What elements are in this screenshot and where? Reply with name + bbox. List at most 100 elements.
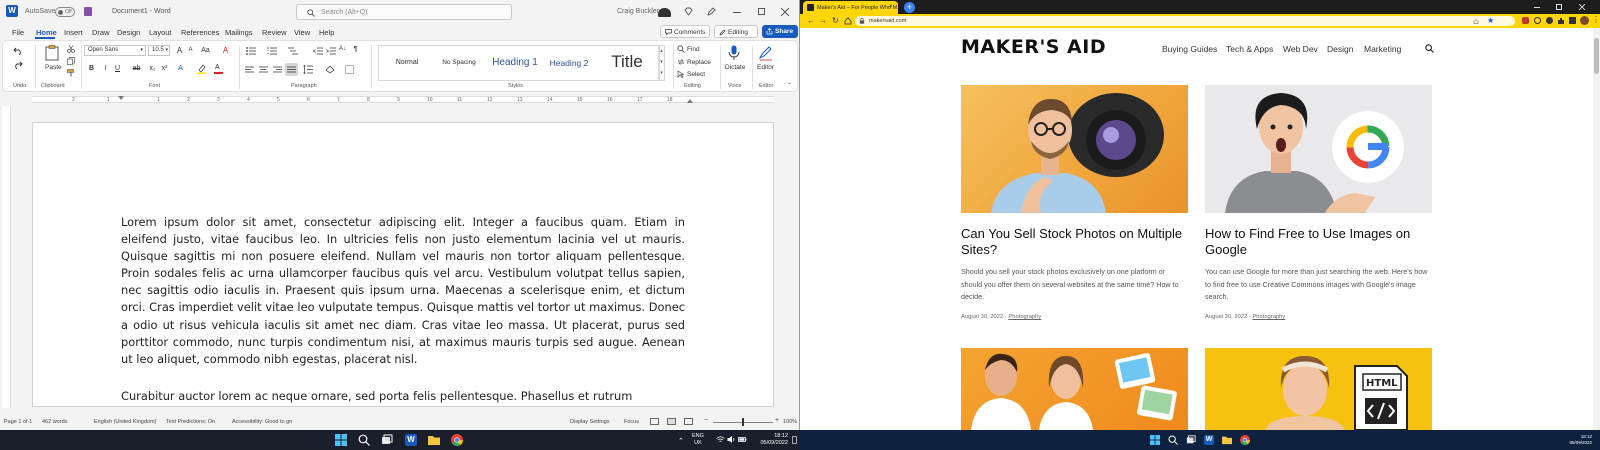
style-title[interactable]: Title: [599, 52, 655, 72]
autosave-toggle[interactable]: Off: [55, 7, 75, 17]
document-paragraph[interactable]: Curabitur auctor lorem ac neque ornare, …: [121, 388, 685, 405]
chrome-icon[interactable]: [451, 434, 463, 446]
start-icon[interactable]: [335, 434, 347, 446]
show-marks-icon[interactable]: ¶: [351, 46, 360, 53]
comments-button[interactable]: Comments: [660, 25, 710, 38]
maximize-icon[interactable]: [1556, 4, 1562, 10]
print-layout-icon[interactable]: [667, 418, 676, 425]
share-icon[interactable]: [1473, 18, 1479, 24]
clock[interactable]: 18:12 05/09/2022: [1556, 434, 1592, 446]
side-panel-icon[interactable]: [1569, 17, 1576, 24]
nav-tech-apps[interactable]: Tech & Apps: [1226, 44, 1273, 54]
tab-mailings[interactable]: Mailings: [225, 28, 253, 37]
font-name-select[interactable]: Open Sans ▾: [84, 45, 146, 56]
style-no-spacing[interactable]: No Spacing: [434, 59, 484, 66]
avatar[interactable]: [658, 8, 671, 17]
tab-draw[interactable]: Draw: [92, 28, 110, 37]
strikethrough-icon[interactable]: ab: [132, 65, 141, 72]
microphone-icon[interactable]: [728, 45, 740, 61]
page-scrollbar[interactable]: [1593, 28, 1600, 430]
document-paragraph[interactable]: Lorem ipsum dolor sit amet, consectetur …: [121, 214, 685, 368]
scrollbar-thumb[interactable]: [1594, 38, 1599, 74]
read-mode-icon[interactable]: [650, 418, 659, 425]
wifi-icon[interactable]: [716, 435, 725, 444]
dictate-label[interactable]: Dictate: [725, 64, 745, 71]
forward-icon[interactable]: →: [819, 16, 827, 25]
article-thumbnail[interactable]: [961, 348, 1188, 430]
browser-tab-active[interactable]: Maker's Aid – For People Who M... ×: [803, 1, 902, 14]
article-title[interactable]: How to Find Free to Use Images on Google: [1205, 226, 1432, 258]
tray-overflow-icon[interactable]: ⌃: [678, 437, 684, 445]
lock-icon[interactable]: [859, 18, 865, 24]
multilevel-list-icon[interactable]: [288, 47, 298, 55]
article-thumbnail[interactable]: [1205, 85, 1432, 213]
redo-icon[interactable]: [13, 61, 23, 69]
align-left-icon[interactable]: [245, 66, 254, 74]
bookmark-star-icon[interactable]: ★: [1487, 16, 1494, 25]
tab-file[interactable]: File: [12, 28, 24, 37]
shading-icon[interactable]: [325, 65, 335, 74]
search-icon[interactable]: [1425, 44, 1434, 53]
article-title[interactable]: Can You Sell Stock Photos on Multiple Si…: [961, 226, 1188, 258]
page-count[interactable]: Page 1 of 1: [4, 419, 32, 425]
more-options-icon[interactable]: ⋮: [1592, 15, 1600, 24]
subscript-icon[interactable]: x₂: [148, 65, 157, 72]
editing-mode-button[interactable]: Editing: [714, 25, 758, 38]
tab-help[interactable]: Help: [319, 28, 334, 37]
collapse-ribbon-icon[interactable]: ⌄: [787, 79, 792, 86]
borders-icon[interactable]: [345, 65, 354, 74]
task-view-icon[interactable]: [1186, 435, 1196, 445]
accessibility-status[interactable]: Accessibility: Good to go: [232, 419, 292, 425]
change-case-icon[interactable]: Aa: [201, 47, 210, 54]
underline-icon[interactable]: U: [113, 65, 122, 72]
numbering-icon[interactable]: [267, 47, 277, 55]
article-thumbnail[interactable]: [961, 85, 1188, 213]
italic-icon[interactable]: I: [101, 65, 110, 72]
tab-review[interactable]: Review: [262, 28, 287, 37]
align-center-icon[interactable]: [259, 66, 268, 74]
article-category-link[interactable]: Photography: [1008, 314, 1041, 320]
nav-buying-guides[interactable]: Buying Guides: [1162, 44, 1217, 54]
tab-view[interactable]: View: [294, 28, 310, 37]
tab-layout[interactable]: Layout: [149, 28, 172, 37]
task-view-icon[interactable]: [381, 434, 393, 446]
bullets-icon[interactable]: [246, 47, 256, 55]
extension-icon[interactable]: [1534, 17, 1541, 24]
pen-icon[interactable]: [707, 7, 716, 16]
format-painter-icon[interactable]: [67, 69, 75, 77]
reload-icon[interactable]: ↻: [832, 16, 839, 25]
tab-insert[interactable]: Insert: [64, 28, 83, 37]
clock[interactable]: 18:12 05/09/2022: [752, 433, 788, 447]
chrome-icon[interactable]: [1240, 435, 1250, 445]
zoom-in-icon[interactable]: +: [775, 417, 779, 424]
profile-avatar[interactable]: [1580, 16, 1589, 25]
text-predictions[interactable]: Text Predictions: On: [166, 419, 215, 425]
site-logo[interactable]: MAKER'S AID: [961, 36, 1106, 58]
line-spacing-icon[interactable]: [303, 65, 313, 74]
bold-icon[interactable]: B: [87, 65, 96, 72]
editor-label[interactable]: Editor: [757, 64, 774, 71]
file-explorer-icon[interactable]: [428, 434, 440, 446]
font-size-select[interactable]: 10.5 ▾: [148, 45, 170, 56]
address-bar[interactable]: makersaid.com ★: [855, 16, 1515, 26]
language[interactable]: English (United Kingdom): [94, 419, 156, 425]
increase-indent-icon[interactable]: [326, 47, 336, 55]
replace-icon[interactable]: [677, 58, 685, 66]
style-normal[interactable]: Normal: [385, 59, 429, 66]
article-category-link[interactable]: Photography: [1252, 314, 1285, 320]
text-effects-icon[interactable]: A: [176, 65, 185, 72]
start-icon[interactable]: [1150, 435, 1160, 445]
select-label[interactable]: Select: [687, 71, 705, 78]
zoom-slider-thumb[interactable]: [742, 418, 744, 426]
web-layout-icon[interactable]: [684, 418, 693, 425]
zoom-level[interactable]: 100%: [783, 419, 797, 425]
battery-icon[interactable]: [738, 435, 747, 444]
extension-icon[interactable]: [1546, 17, 1553, 24]
premium-diamond-icon[interactable]: [684, 7, 693, 16]
grow-font-icon[interactable]: A: [175, 46, 184, 55]
right-indent-marker[interactable]: [687, 99, 693, 103]
word-taskbar-icon[interactable]: W: [405, 434, 417, 446]
search-icon[interactable]: [1168, 435, 1178, 445]
replace-label[interactable]: Replace: [687, 59, 711, 66]
style-heading-2[interactable]: Heading 2: [543, 58, 595, 68]
